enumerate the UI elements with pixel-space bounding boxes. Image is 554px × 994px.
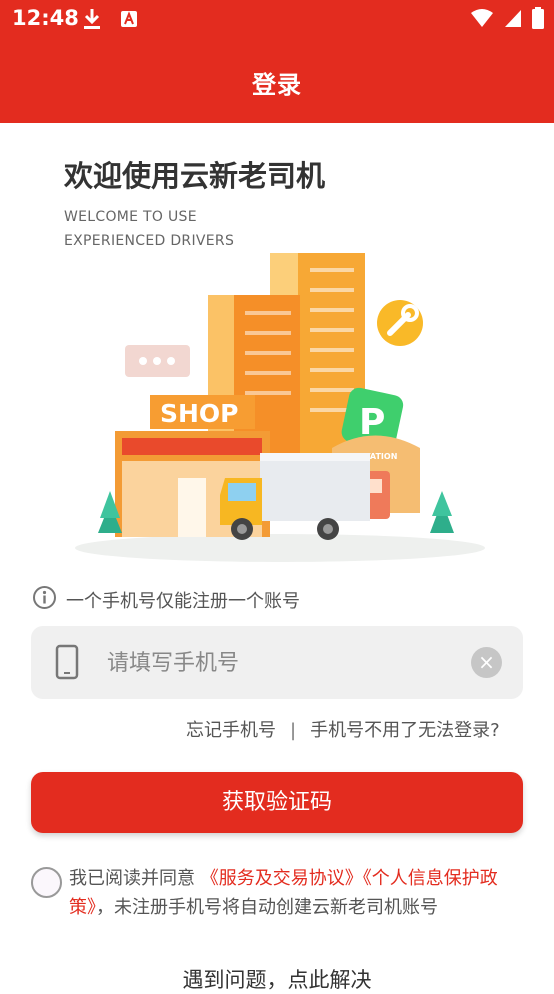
app-header: 登录 [0,38,554,123]
wifi-icon [470,9,493,27]
page-title: 登录 [252,71,302,99]
welcome-subtitle-line1: WELCOME TO USE [64,209,197,225]
agreement-checkbox[interactable] [31,867,62,898]
status-left-icons [82,7,139,35]
get-verification-code-button[interactable]: 获取验证码 [31,772,523,833]
city-logistics-illustration: P SHOP GAS STATION [75,253,485,562]
cellular-signal-icon [504,10,521,27]
mobile-phone-icon [55,644,79,680]
status-bar: 12:48 [0,0,554,38]
agreement-suffix: ，未注册手机号将自动创建云新老司机账号 [96,897,438,918]
battery-icon [532,7,544,29]
status-time: 12:48 [12,6,79,30]
shop-sign-text: SHOP [160,399,239,428]
phone-input[interactable] [105,642,459,684]
download-icon [84,9,100,29]
help-center-link[interactable]: 遇到问题，点此解决 [0,964,554,994]
hero-banner: 欢迎使用云新老司机 WELCOME TO USE EXPERIENCED DRI… [0,123,554,573]
help-links: 忘记手机号 | 手机号不用了无法登录? [186,716,500,742]
info-icon [33,586,56,609]
notice-text: 一个手机号仅能注册一个账号 [66,591,300,612]
phone-number-field[interactable]: × [31,626,523,699]
link-separator: | [290,720,297,741]
forgot-phone-link[interactable]: 忘记手机号 [186,720,276,741]
status-right-icons [470,7,544,33]
close-icon: × [478,650,495,674]
agreement-text: 我已阅读并同意 《服务及交易协议》《个人信息保护政策》，未注册手机号将自动创建云… [69,864,529,922]
phone-unavailable-link[interactable]: 手机号不用了无法登录? [310,720,500,741]
service-agreement-link[interactable]: 《服务及交易协议》 [201,868,363,889]
agreement-prefix: 我已阅读并同意 [69,868,201,889]
welcome-title: 欢迎使用云新老司机 [64,159,326,193]
notification-app-icon [121,11,138,27]
clear-input-button[interactable]: × [471,647,502,678]
